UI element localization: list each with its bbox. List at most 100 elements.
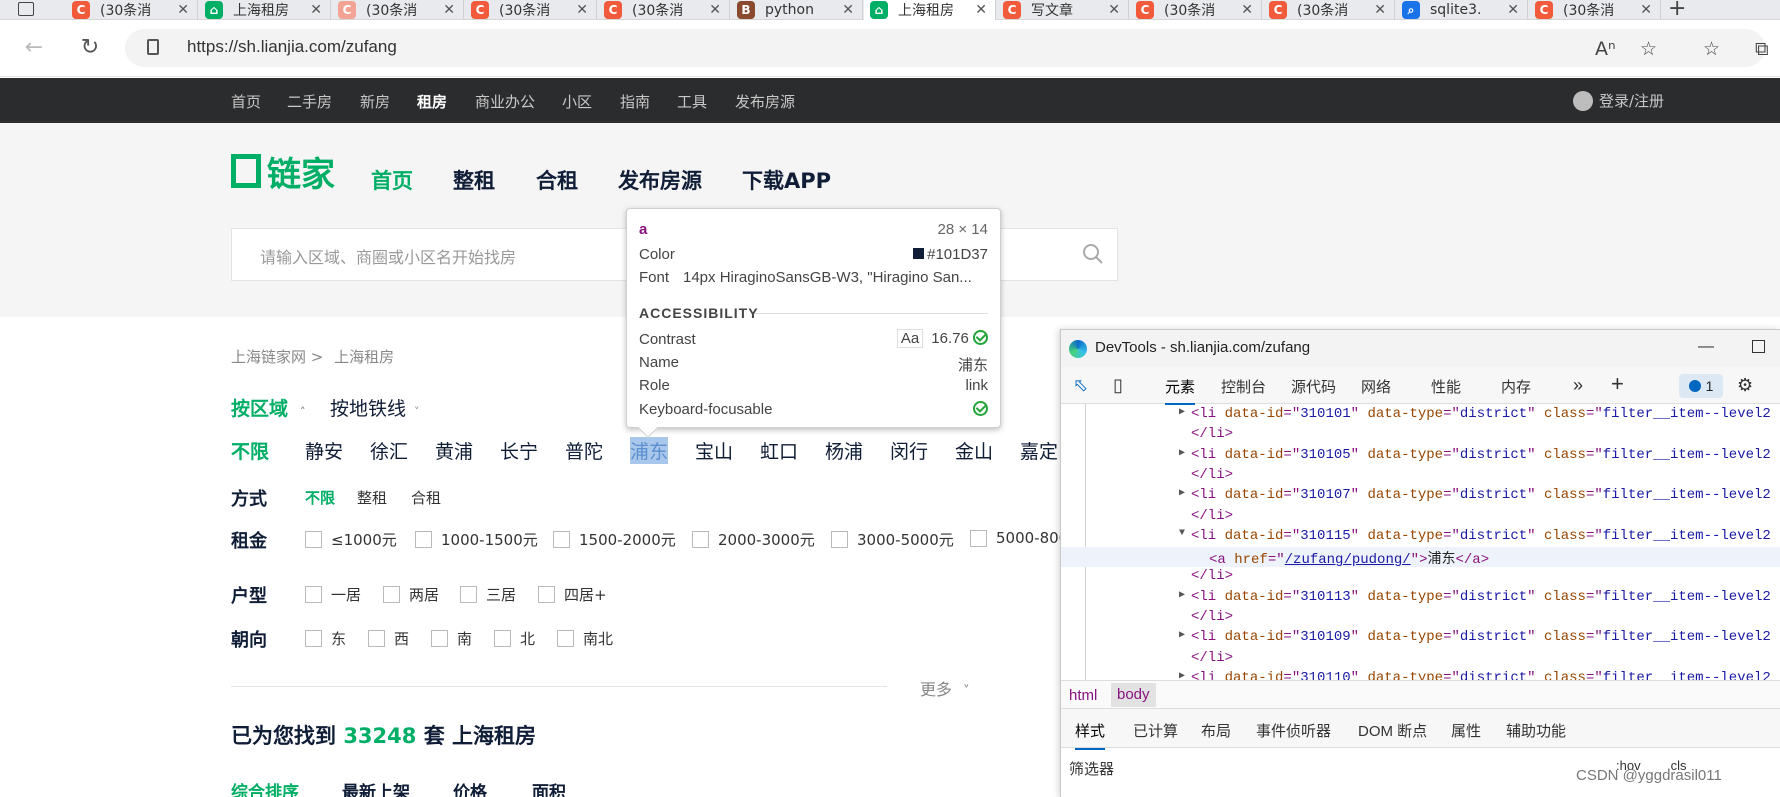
checkbox[interactable] [831, 531, 848, 548]
checkbox[interactable] [970, 529, 987, 547]
rent-option[interactable]: 5000-800 [970, 529, 1068, 547]
tab-close-icon[interactable]: ✕ [576, 2, 588, 18]
topnav-new-home[interactable]: 新房 [360, 91, 390, 112]
rent-option[interactable]: ≤1000元 [305, 529, 397, 550]
tab-dom-breakpoints[interactable]: DOM 断点 [1358, 720, 1427, 741]
favorites-icon[interactable]: ☆ [1703, 38, 1720, 60]
tab-network[interactable]: 网络 [1361, 376, 1391, 397]
tab-properties[interactable]: 属性 [1451, 720, 1481, 741]
browser-tab[interactable]: C (30条消 ✕ [1263, 0, 1395, 20]
browser-tab[interactable]: C (30条消 ✕ [66, 0, 198, 20]
dom-node-line[interactable]: ▶ <li data-id="310109" data-type="distric… [1179, 629, 1771, 645]
orient-option[interactable]: 东 [305, 628, 346, 649]
checkbox[interactable] [368, 630, 385, 647]
tab-elements[interactable]: 元素 [1165, 376, 1196, 405]
mainnav-shared-rent[interactable]: 合租 [536, 165, 578, 195]
tab-close-icon[interactable]: ✕ [1374, 2, 1386, 18]
tab-close-icon[interactable]: ✕ [842, 2, 854, 18]
browser-tab[interactable]: C (30条消 ✕ [1529, 0, 1661, 20]
layout-option[interactable]: 两居 [383, 584, 439, 605]
mainnav-publish[interactable]: 发布房源 [618, 165, 702, 195]
checkbox[interactable] [494, 630, 511, 647]
checkbox[interactable] [415, 531, 432, 548]
tab-event-listeners[interactable]: 事件侦听器 [1256, 720, 1331, 741]
district-pudong[interactable]: 浦东 [630, 437, 669, 464]
issues-badge[interactable]: 1 [1679, 374, 1723, 398]
refresh-button[interactable]: ↻ [73, 30, 107, 64]
tab-close-icon[interactable]: ✕ [709, 2, 721, 18]
tab-close-icon[interactable]: ✕ [1507, 2, 1519, 18]
expand-triangle-icon[interactable]: ▶ [1179, 670, 1185, 680]
orient-option[interactable]: 南北 [557, 628, 613, 649]
sort-price[interactable]: 价格 [453, 778, 487, 797]
dom-node-line[interactable]: ▶ <li data-id="310101" data-type="distric… [1179, 406, 1771, 422]
collections-icon[interactable]: ⧉ [1755, 38, 1769, 60]
browser-tab[interactable]: C (30条消 ✕ [332, 0, 464, 20]
browser-tab[interactable]: C (30条消 ✕ [598, 0, 730, 20]
tab-layout[interactable]: 布局 [1201, 720, 1231, 741]
add-tab-icon[interactable]: + [1611, 371, 1624, 397]
dom-close-tag[interactable]: </li> [1191, 568, 1233, 584]
tab-actions-icon[interactable] [18, 2, 34, 16]
topnav-tools[interactable]: 工具 [677, 91, 707, 112]
tab-computed[interactable]: 已计算 [1133, 720, 1178, 741]
layout-option[interactable]: 三居 [460, 584, 516, 605]
district-minhang[interactable]: 闵行 [890, 437, 928, 464]
mainnav-whole-rent[interactable]: 整租 [453, 165, 495, 195]
tab-close-icon[interactable]: ✕ [310, 2, 322, 18]
maximize-button[interactable] [1752, 340, 1765, 353]
expand-triangle-icon[interactable]: ▶ [1179, 447, 1185, 459]
tab-memory[interactable]: 内存 [1501, 376, 1531, 397]
browser-tab[interactable]: C (30条消 ✕ [465, 0, 597, 20]
area-mode-by-metro[interactable]: 按地铁线 ˅ [330, 394, 420, 421]
checkbox[interactable] [431, 630, 448, 647]
district-huangpu[interactable]: 黄浦 [435, 437, 473, 464]
tab-close-icon[interactable]: ✕ [1241, 2, 1253, 18]
district-hongkou[interactable]: 虹口 [760, 437, 798, 464]
topnav-publish[interactable]: 发布房源 [735, 91, 795, 112]
dom-node-line[interactable]: ▶ <li data-id="310107" data-type="distric… [1179, 487, 1771, 503]
tab-close-icon[interactable]: ✕ [177, 2, 189, 18]
checkbox[interactable] [305, 630, 322, 647]
add-favorite-icon[interactable]: ☆ [1640, 38, 1657, 60]
dom-node-line[interactable]: ▼ <li data-id="310115" data-type="distric… [1179, 528, 1771, 544]
checkbox[interactable] [383, 586, 400, 603]
more-filters-button[interactable]: 更多 ˅ [920, 676, 970, 700]
expand-triangle-icon[interactable]: ▶ [1179, 629, 1185, 641]
checkbox[interactable] [557, 630, 574, 647]
dom-node-line[interactable]: ▶ <li data-id="310110" data-type="distric… [1179, 670, 1771, 680]
dom-close-tag[interactable]: </li> [1191, 609, 1233, 625]
browser-tab[interactable]: C (30条消 ✕ [1130, 0, 1262, 20]
back-button[interactable]: ← [17, 30, 51, 64]
crumb-html[interactable]: html [1069, 687, 1097, 704]
search-icon[interactable] [1081, 242, 1105, 266]
minimize-button[interactable]: — [1698, 338, 1714, 356]
tab-sources[interactable]: 源代码 [1291, 376, 1336, 397]
sort-default[interactable]: 综合排序 [231, 778, 299, 797]
rent-option[interactable]: 3000-5000元 [831, 529, 954, 550]
district-jiading[interactable]: 嘉定 [1020, 437, 1058, 464]
topnav-home[interactable]: 首页 [231, 91, 261, 112]
sort-area[interactable]: 面积 [532, 778, 566, 797]
checkbox[interactable] [538, 586, 555, 603]
dom-close-tag[interactable]: </li> [1191, 508, 1233, 524]
orient-option[interactable]: 北 [494, 628, 535, 649]
tab-close-icon[interactable]: ✕ [1108, 2, 1120, 18]
district-unlimited[interactable]: 不限 [231, 437, 269, 464]
district-yangpu[interactable]: 杨浦 [825, 437, 863, 464]
checkbox[interactable] [460, 586, 477, 603]
expand-triangle-icon[interactable]: ▶ [1179, 487, 1185, 499]
device-toolbar-icon[interactable]: ▯ [1113, 375, 1123, 396]
dom-close-tag[interactable]: </li> [1191, 426, 1233, 442]
settings-gear-icon[interactable]: ⚙ [1737, 375, 1753, 396]
district-changning[interactable]: 长宁 [500, 437, 538, 464]
tab-styles[interactable]: 样式 [1075, 720, 1106, 750]
rent-option[interactable]: 1500-2000元 [553, 529, 676, 550]
tab-console[interactable]: 控制台 [1221, 376, 1266, 397]
topnav-guide[interactable]: 指南 [620, 91, 650, 112]
district-putuo[interactable]: 普陀 [565, 437, 603, 464]
crumb-body[interactable]: body [1111, 683, 1156, 707]
url-field[interactable]: https://sh.lianjia.com/zufang [125, 29, 1765, 67]
mainnav-home[interactable]: 首页 [371, 165, 413, 195]
topnav-community[interactable]: 小区 [562, 91, 592, 112]
